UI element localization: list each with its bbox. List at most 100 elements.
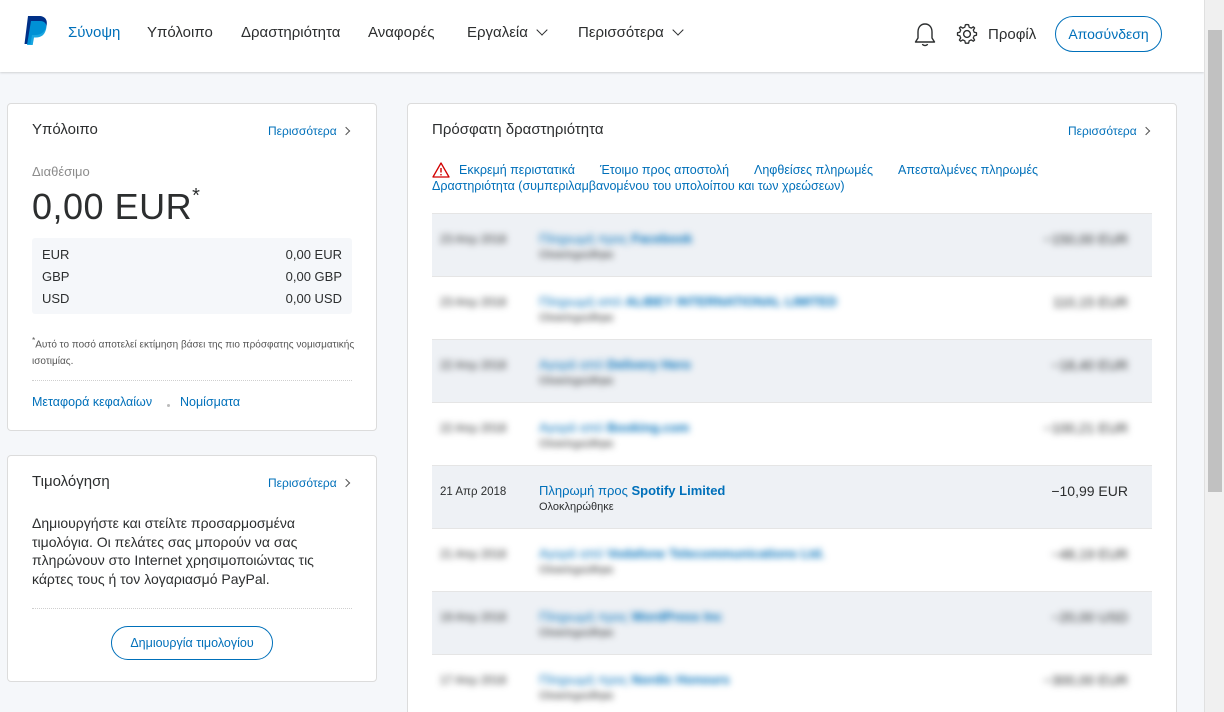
- activity-row[interactable]: 19 Απρ 2018 Πληρωμή προς WordPress Inc Ολο…: [432, 591, 1152, 654]
- recent-activity-card: Πρόσφατη δραστηριότητα Περισσότερα Εκκρε…: [407, 103, 1177, 712]
- currency-amount: 0,00 GBP: [285, 269, 342, 284]
- nav-more[interactable]: Περισσότερα: [578, 24, 684, 41]
- activity-status: Ολοκληρώθηκε: [539, 375, 614, 387]
- activity-description[interactable]: Πληρωμή προς Nordic Honours: [539, 672, 730, 687]
- activity-prefix: Πληρωμή προς: [539, 672, 628, 687]
- activity-description[interactable]: Πληρωμή από ALIBEY INTERNATIONAL LIMITED: [539, 294, 837, 309]
- activity-counterparty: Delivery Hero: [607, 357, 691, 372]
- invoicing-more-label: Περισσότερα: [268, 476, 337, 490]
- footnote-text: Αυτό το ποσό αποτελεί εκτίμηση βάσει της…: [32, 339, 355, 368]
- paypal-logo[interactable]: [22, 14, 50, 46]
- activity-status: Ολοκληρώθηκε: [539, 312, 614, 324]
- profile-link[interactable]: Προφίλ: [988, 26, 1036, 43]
- activity-date: 22 Απρ 2018: [440, 423, 507, 435]
- gear-icon[interactable]: [955, 22, 979, 46]
- balance-more-link[interactable]: Περισσότερα: [268, 124, 350, 138]
- bell-icon[interactable]: [913, 22, 937, 48]
- activity-description[interactable]: Αγορά από Delivery Hero: [539, 357, 691, 372]
- currency-row: EUR 0,00 EUR: [42, 247, 342, 267]
- currency-code: GBP: [42, 269, 70, 284]
- activity-description[interactable]: Πληρωμή προς WordPress Inc: [539, 609, 722, 624]
- activity-status: Ολοκληρώθηκε: [539, 564, 614, 576]
- nav-summary[interactable]: Σύνοψη: [68, 24, 120, 41]
- activity-date: 21 Απρ 2018: [440, 486, 507, 498]
- activity-date: 23 Απρ 2018: [440, 297, 507, 309]
- activity-status: Ολοκληρώθηκε: [539, 690, 614, 702]
- activity-row[interactable]: 22 Απρ 2018 Αγορά από Booking.com Ολοκληρώ…: [432, 402, 1152, 465]
- activity-date: 21 Απρ 2018: [440, 549, 507, 561]
- activity-status: Ολοκληρώθηκε: [539, 249, 614, 261]
- currency-row: USD 0,00 USD: [42, 291, 342, 311]
- invoicing-description: Δημιουργήστε και στείλτε προσαρμοσμένα τ…: [32, 515, 314, 587]
- filter-pending-cases[interactable]: Εκκρεμή περιστατικά: [459, 162, 575, 178]
- chevron-right-icon: [341, 126, 350, 136]
- currencies-link[interactable]: Νομίσματα: [180, 395, 240, 409]
- currency-amount: 0,00 EUR: [285, 247, 342, 262]
- activity-more-link[interactable]: Περισσότερα: [1068, 124, 1150, 138]
- activity-counterparty: WordPress Inc: [631, 609, 723, 624]
- activity-row[interactable]: 21 Απρ 2018 Πληρωμή προς Spotify Limited Ο…: [432, 465, 1152, 528]
- available-balance: 0,00 EUR*: [32, 185, 201, 228]
- activity-prefix: Πληρωμή προς: [539, 483, 628, 498]
- activity-amount: −10,99 EUR: [1051, 483, 1128, 499]
- logout-button[interactable]: Αποσύνδεση: [1055, 16, 1162, 52]
- activity-status: Ολοκληρώθηκε: [539, 438, 614, 450]
- activity-amount: −48,19 EUR: [1051, 546, 1128, 562]
- activity-amount: −18,40 EUR: [1051, 357, 1128, 373]
- activity-prefix: Αγορά από: [539, 546, 604, 561]
- activity-description[interactable]: Πληρωμή προς Facebook: [539, 231, 692, 246]
- activity-description[interactable]: Πληρωμή προς Spotify Limited: [539, 483, 725, 498]
- page-scrollbar[interactable]: [1204, 0, 1224, 712]
- activity-row[interactable]: 23 Απρ 2018 Πληρωμή από ALIBEY INTERNATIO…: [432, 276, 1152, 339]
- chevron-right-icon: [341, 478, 350, 488]
- scrollbar-thumb[interactable]: [1208, 30, 1222, 492]
- activity-amount: −20,00 USD: [1051, 609, 1128, 625]
- activity-card-title: Πρόσφατη δραστηριότητα: [432, 121, 604, 138]
- chevron-right-icon: [1141, 126, 1150, 136]
- filter-payments-sent[interactable]: Απεσταλμένες πληρωμές: [898, 162, 1038, 178]
- nav-tools-label: Εργαλεία: [467, 24, 528, 41]
- nav-balance[interactable]: Υπόλοιπο: [147, 24, 213, 41]
- activity-amount: 110,15 EUR: [1052, 294, 1128, 310]
- transfer-funds-link[interactable]: Μεταφορά κεφαλαίων: [32, 395, 152, 409]
- activity-counterparty: Booking.com: [607, 420, 690, 435]
- balance-asterisk: *: [192, 185, 201, 207]
- activity-row[interactable]: 21 Απρ 2018 Αγορά από Vodafone Telecommun…: [432, 528, 1152, 591]
- activity-prefix: Πληρωμή προς: [539, 231, 628, 246]
- divider: [32, 608, 352, 609]
- activity-amount: −150,00 EUR: [1043, 231, 1128, 247]
- activity-description[interactable]: Αγορά από Booking.com: [539, 420, 689, 435]
- nav-reports[interactable]: Αναφορές: [368, 24, 434, 41]
- activity-amount: −300,00 EUR: [1043, 672, 1128, 688]
- invoicing-more-link[interactable]: Περισσότερα: [268, 476, 350, 490]
- balance-card-title: Υπόλοιπο: [32, 121, 98, 138]
- warning-icon: [432, 162, 450, 178]
- activity-more-label: Περισσότερα: [1068, 124, 1137, 138]
- activity-row[interactable]: 17 Απρ 2018 Πληρωμή προς Nordic Honours Ολ…: [432, 654, 1152, 712]
- balance-more-label: Περισσότερα: [268, 124, 337, 138]
- activity-counterparty: ALIBEY INTERNATIONAL LIMITED: [625, 294, 837, 309]
- top-navigation-bar: Σύνοψη Υπόλοιπο Δραστηριότητα Αναφορές Ε…: [0, 0, 1204, 72]
- nav-activity[interactable]: Δραστηριότητα: [241, 24, 340, 41]
- chevron-down-icon: [536, 24, 548, 36]
- currency-amount: 0,00 USD: [285, 291, 342, 306]
- activity-row[interactable]: 23 Απρ 2018 Πληρωμή προς Facebook Ολοκληρώ…: [432, 213, 1152, 276]
- activity-date: 19 Απρ 2018: [440, 612, 507, 624]
- create-invoice-button[interactable]: Δημιουργία τιμολογίου: [111, 626, 273, 660]
- activity-prefix: Αγορά από: [539, 357, 604, 372]
- activity-counterparty: Facebook: [631, 231, 693, 246]
- balance-footnote: *Αυτό το ποσό αποτελεί εκτίμηση βάσει τη…: [32, 332, 362, 370]
- activity-prefix: Αγορά από: [539, 420, 604, 435]
- activity-status: Ολοκληρώθηκε: [539, 501, 614, 513]
- activity-counterparty: Nordic Honours: [631, 672, 730, 687]
- activity-row[interactable]: 22 Απρ 2018 Αγορά από Delivery Hero Ολοκλη…: [432, 339, 1152, 402]
- nav-tools[interactable]: Εργαλεία: [467, 24, 548, 41]
- activity-description[interactable]: Αγορά από Vodafone Telecommunications Lt…: [539, 546, 825, 561]
- invoicing-card-title: Τιμολόγηση: [32, 473, 110, 490]
- filter-payments-received[interactable]: Ληφθείσες πληρωμές: [754, 162, 873, 178]
- activity-amount: −100,21 EUR: [1043, 420, 1128, 436]
- activity-date: 22 Απρ 2018: [440, 360, 507, 372]
- filter-all-activity[interactable]: Δραστηριότητα (συμπεριλαμβανομένου του υ…: [432, 178, 845, 194]
- currency-code: USD: [42, 291, 70, 306]
- filter-ready-to-ship[interactable]: Έτοιμο προς αποστολή: [600, 162, 729, 178]
